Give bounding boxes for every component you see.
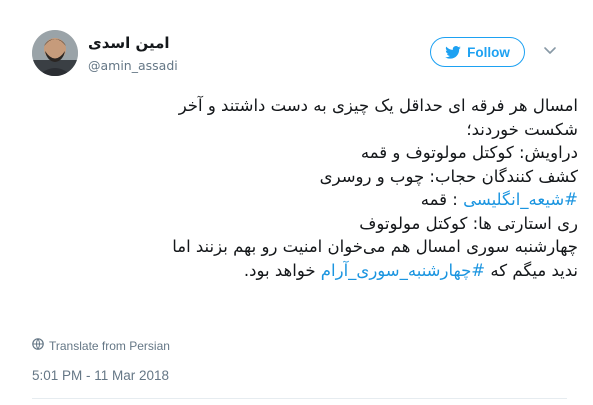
hashtag-link[interactable]: #شیعه_انگلیسی [463, 190, 578, 209]
tweet-timestamp[interactable]: 5:01 PM - 11 Mar 2018 [32, 368, 169, 383]
divider [32, 398, 567, 399]
translate-link[interactable]: Translate from Persian [32, 338, 170, 353]
tweet-line: ندید میگم که #چهارشنبه_سوری_آرام خواهد ب… [80, 259, 578, 283]
tweet-header: امین اسدی @amin_assadi Follow [32, 26, 572, 82]
translate-label: Translate from Persian [49, 338, 170, 353]
tweet-line: دراویش: کوکتل مولوتوف و قمه [360, 143, 578, 162]
tweet-text-segment: : قمه [420, 190, 464, 209]
twitter-bird-icon [445, 45, 461, 59]
user-display-name[interactable]: امین اسدی [88, 34, 170, 52]
follow-button[interactable]: Follow [430, 37, 525, 67]
avatar[interactable] [32, 30, 78, 76]
tweet-text-segment: ندید میگم که [485, 260, 578, 280]
tweet-line: شکست خوردند؛ [466, 119, 578, 139]
chevron-down-icon[interactable] [542, 42, 558, 58]
tweet-line: ری استارتی ها: کوکتل مولوتوف [359, 213, 578, 233]
tweet-line: کشف کنندگان حجاب: چوب و روسری [319, 166, 578, 186]
tweet-line: #شیعه_انگلیسی : قمه [80, 188, 578, 212]
tweet-text: امسال هر فرقه ای حداقل یک چیزی به دست دا… [80, 94, 578, 282]
follow-button-label: Follow [467, 44, 510, 60]
tweet-card: امین اسدی @amin_assadi Follow امسال هر ف… [0, 0, 593, 405]
globe-icon [32, 338, 44, 353]
tweet-line: چهارشنبه سوری امسال هم می‌خوان امنیت رو … [172, 237, 578, 256]
user-handle[interactable]: @amin_assadi [88, 58, 178, 73]
tweet-line: امسال هر فرقه ای حداقل یک چیزی به دست دا… [178, 96, 578, 115]
hashtag-link[interactable]: #چهارشنبه_سوری_آرام [321, 261, 485, 280]
tweet-text-segment: خواهد بود. [243, 260, 321, 280]
